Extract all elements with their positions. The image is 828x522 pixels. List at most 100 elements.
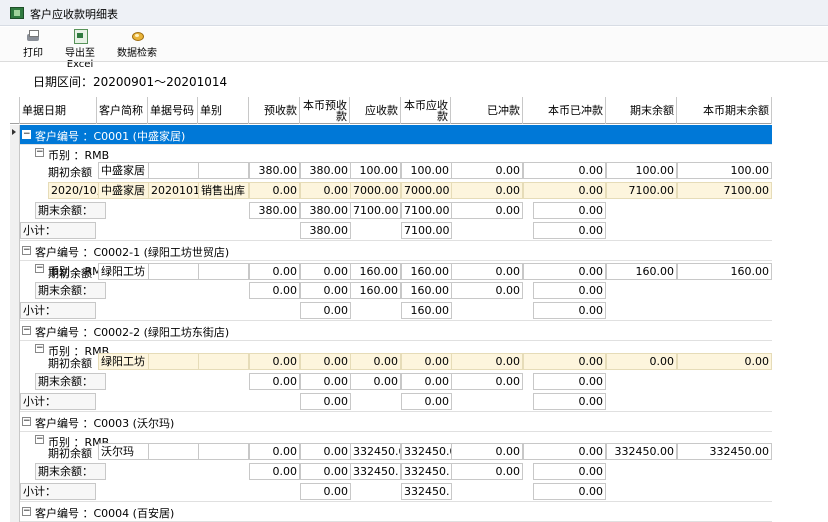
collapse-icon[interactable]: −	[22, 130, 31, 139]
col-header-local-prepaid[interactable]: 本币预收款	[300, 97, 350, 124]
cell-local-receivable[interactable]: 0.00	[401, 353, 452, 370]
cell-ending-balance[interactable]: 100.00	[606, 162, 677, 179]
cell-local-offset[interactable]: 0.00	[533, 202, 606, 219]
subtotal-row[interactable]: 小计： 0.00 160.00 0.00	[20, 301, 772, 321]
col-header-doc-no[interactable]: 单据号码	[148, 97, 198, 124]
cell-local-offset[interactable]: 0.00	[523, 162, 606, 179]
cell-local-prepaid[interactable]: 0.00	[300, 282, 351, 299]
collapse-icon[interactable]: −	[22, 246, 31, 255]
col-header-receivable[interactable]: 应收款	[350, 97, 401, 124]
collapse-icon[interactable]: −	[22, 507, 31, 516]
cell-local-offset[interactable]: 0.00	[533, 483, 606, 500]
cell-ending-balance[interactable]: 160.00	[606, 263, 677, 280]
cell-doc-type[interactable]	[198, 162, 249, 179]
cell-local-offset[interactable]: 0.00	[533, 222, 606, 239]
cell-local-prepaid[interactable]: 0.00	[300, 182, 351, 199]
cell-customer[interactable]: 绿阳工坊	[98, 263, 149, 280]
cell-local-offset[interactable]: 0.00	[533, 463, 606, 480]
cell-doc-type[interactable]	[198, 353, 249, 370]
cell-doc-no[interactable]	[148, 443, 199, 460]
cell-receivable[interactable]: 332450.	[350, 463, 401, 480]
cell-local-receivable[interactable]: 332450.0	[401, 443, 452, 460]
col-header-local-offset[interactable]: 本币已冲款	[523, 97, 606, 124]
cell-local-receivable[interactable]: 7000.00	[401, 182, 452, 199]
cell-customer[interactable]: 中盛家居	[98, 162, 149, 179]
cell-receivable[interactable]: 0.00	[350, 353, 401, 370]
col-header-local-receivable[interactable]: 本币应收款	[401, 97, 451, 124]
cell-doc-type[interactable]: 销售出库	[198, 182, 249, 199]
group-row-customer[interactable]: − 客户编号 ：C0003 (沃尔玛)	[20, 412, 772, 432]
cell-local-prepaid[interactable]: 0.00	[300, 373, 351, 390]
col-header-prepaid[interactable]: 预收款	[249, 97, 300, 124]
cell-local-offset[interactable]: 0.00	[523, 182, 606, 199]
group-row-customer[interactable]: − 客户编号 ：C0004 (百安居)	[20, 502, 772, 522]
cell-local-prepaid[interactable]: 380.00	[300, 202, 351, 219]
cell-receivable[interactable]: 7100.00	[350, 202, 401, 219]
collapse-icon[interactable]: −	[22, 326, 31, 335]
cell-local-ending-balance[interactable]: 332450.00	[677, 443, 772, 460]
currency-group-row[interactable]: − 币别 ：RMB	[20, 145, 772, 162]
cell-local-receivable[interactable]: 160.00	[401, 302, 452, 319]
group-row-customer[interactable]: − 客户编号 ：C0001 (中盛家居)	[20, 125, 772, 145]
cell-doc-no[interactable]	[148, 263, 199, 280]
cell-local-prepaid[interactable]: 0.00	[300, 353, 351, 370]
cell-receivable[interactable]: 332450.0	[350, 443, 401, 460]
print-button[interactable]: 打印	[20, 29, 46, 59]
cell-prepaid[interactable]: 0.00	[249, 353, 300, 370]
cell-local-offset[interactable]: 0.00	[533, 393, 606, 410]
table-row[interactable]: 期初余额 中盛家居 380.00 380.00 100.00 100.00 0.…	[20, 161, 772, 181]
cell-local-ending-balance[interactable]: 100.00	[677, 162, 772, 179]
cell-local-offset[interactable]: 0.00	[523, 263, 606, 280]
cell-local-prepaid[interactable]: 0.00	[300, 302, 351, 319]
cell-local-prepaid[interactable]: 380.00	[300, 222, 351, 239]
cell-prepaid[interactable]: 380.00	[249, 202, 300, 219]
cell-local-receivable[interactable]: 0.00	[401, 373, 452, 390]
cell-local-offset[interactable]: 0.00	[523, 443, 606, 460]
col-header-date[interactable]: 单据日期	[20, 97, 97, 124]
cell-local-ending-balance[interactable]: 0.00	[677, 353, 772, 370]
col-header-local-ending-balance[interactable]: 本币期末余额	[677, 97, 772, 124]
cell-local-receivable[interactable]: 160.00	[401, 282, 452, 299]
cell-customer[interactable]: 沃尔玛	[98, 443, 149, 460]
cell-local-receivable[interactable]: 332450.	[401, 483, 452, 500]
col-header-offset[interactable]: 已冲款	[451, 97, 523, 124]
export-excel-button[interactable]: 导出至Excel	[52, 29, 108, 70]
table-row[interactable]: 期初余额 沃尔玛 0.00 0.00 332450.0 332450.0 0.0…	[20, 442, 772, 462]
cell-local-prepaid[interactable]: 0.00	[300, 393, 351, 410]
cell-receivable[interactable]: 0.00	[350, 373, 401, 390]
cell-ending-balance[interactable]: 7100.00	[606, 182, 677, 199]
data-grid[interactable]: 单据日期 客户简称 单据号码 单别 预收款 本币预收款 应收款 本币应收款 已冲…	[10, 97, 772, 522]
cell-offset[interactable]: 0.00	[451, 202, 523, 219]
cell-local-offset[interactable]: 0.00	[523, 353, 606, 370]
cell-local-prepaid[interactable]: 0.00	[300, 483, 351, 500]
cell-offset[interactable]: 0.00	[451, 443, 523, 460]
data-search-button[interactable]: 数据检索	[115, 29, 159, 59]
table-row[interactable]: 期初余额 绿阳工坊 0.00 0.00 160.00 160.00 0.00 0…	[20, 262, 772, 282]
cell-receivable[interactable]: 7000.00	[350, 182, 401, 199]
group-row-customer[interactable]: − 客户编号 ：C0002-1 (绿阳工坊世贸店)	[20, 241, 772, 261]
cell-prepaid[interactable]: 0.00	[249, 463, 300, 480]
cell-doc-no[interactable]	[148, 162, 199, 179]
cell-offset[interactable]: 0.00	[451, 282, 523, 299]
cell-local-receivable[interactable]: 160.00	[401, 263, 452, 280]
cell-customer[interactable]: 绿阳工坊	[98, 353, 149, 370]
cell-prepaid[interactable]: 0.00	[249, 182, 300, 199]
cell-local-offset[interactable]: 0.00	[533, 282, 606, 299]
cell-doc-no[interactable]: 20201010	[148, 182, 199, 199]
cell-ending-balance[interactable]: 332450.00	[606, 443, 677, 460]
cell-doc-type[interactable]	[198, 263, 249, 280]
cell-offset[interactable]: 0.00	[451, 353, 523, 370]
cell-prepaid[interactable]: 0.00	[249, 263, 300, 280]
cell-local-receivable[interactable]: 7100.00	[401, 202, 452, 219]
cell-local-prepaid[interactable]: 0.00	[300, 463, 351, 480]
cell-prepaid[interactable]: 380.00	[249, 162, 300, 179]
cell-local-receivable[interactable]: 7100.00	[401, 222, 452, 239]
ending-balance-row[interactable]: 期末余额： 0.00 0.00 0.00 0.00 0.00 0.00	[20, 372, 772, 392]
cell-offset[interactable]: 0.00	[451, 263, 523, 280]
cell-local-ending-balance[interactable]: 160.00	[677, 263, 772, 280]
cell-offset[interactable]: 0.00	[451, 182, 523, 199]
subtotal-row[interactable]: 小计： 0.00 0.00 0.00	[20, 392, 772, 412]
cell-local-prepaid[interactable]: 380.00	[300, 162, 351, 179]
col-header-customer[interactable]: 客户简称	[97, 97, 148, 124]
cell-local-receivable[interactable]: 100.00	[401, 162, 452, 179]
